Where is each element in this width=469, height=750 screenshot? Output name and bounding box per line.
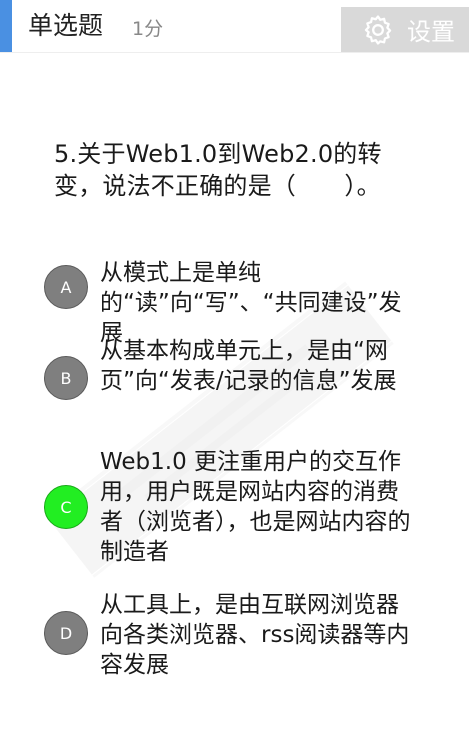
option-c-radio[interactable]: C: [44, 485, 88, 529]
header-divider: [0, 52, 469, 53]
option-d-radio[interactable]: D: [44, 611, 88, 655]
option-d-text: 从工具上，是由互联网浏览器向各类浏览器、rss阅读器等内容发展: [100, 592, 410, 678]
settings-label: 设置: [407, 18, 455, 46]
top-bar: 单选题 1分 设置: [0, 0, 469, 52]
accent-bar: [0, 0, 12, 52]
option-b-text: 从基本构成单元上，是由“网页”向“发表/记录的信息”发展: [100, 338, 397, 394]
option-a-radio[interactable]: A: [44, 265, 88, 309]
option-b-radio[interactable]: B: [44, 356, 88, 400]
option-c-text: Web1.0 更注重用户的交互作用，用户既是网站内容的消费者（浏览者），也是网站…: [100, 449, 411, 565]
gear-icon: [364, 14, 392, 45]
score-label: 1分: [132, 18, 164, 40]
option-a-text: 从模式上是单纯的“读”向“写”、“共同建设”发展: [100, 260, 402, 346]
question-text: 5.关于Web1.0到Web2.0的转变，说法不正确的是（ ）。: [54, 140, 382, 200]
settings-button[interactable]: 设置: [341, 7, 469, 52]
question-type-label: 单选题: [28, 11, 104, 40]
